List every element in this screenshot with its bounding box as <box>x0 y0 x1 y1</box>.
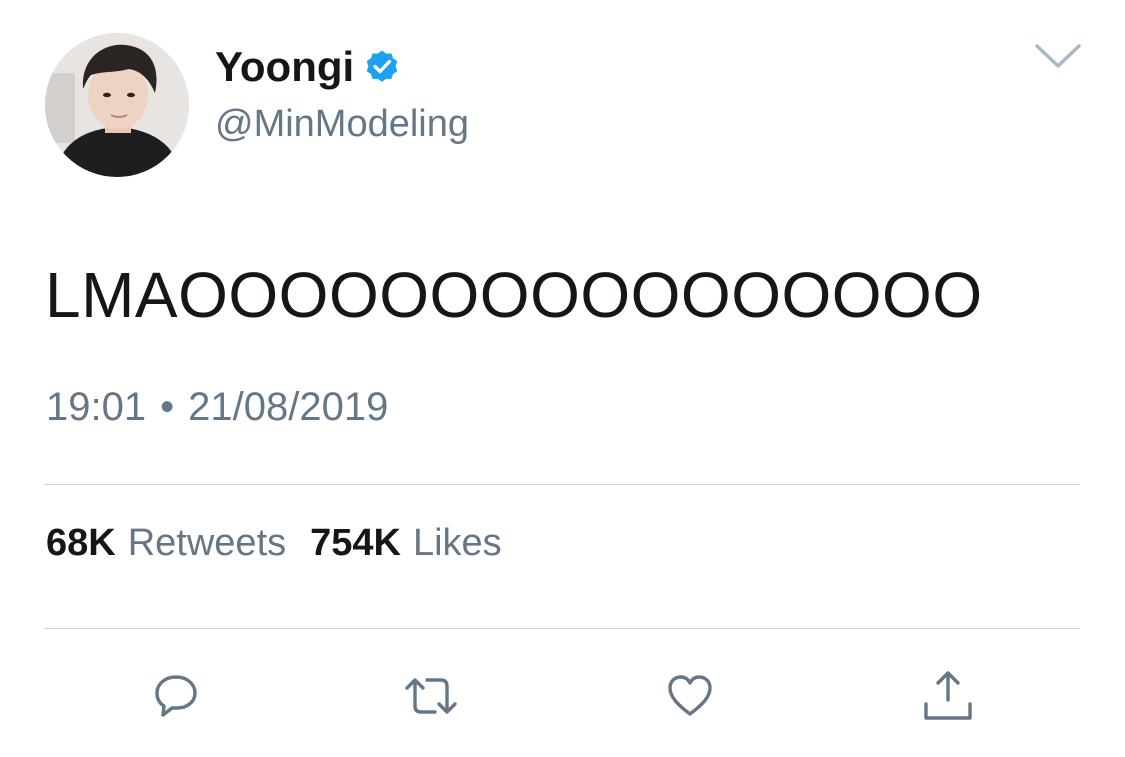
chevron-down-icon[interactable] <box>1033 40 1083 74</box>
avatar[interactable] <box>45 33 189 177</box>
retweet-arrows-icon <box>405 678 457 714</box>
tweet-text: LMAOOOOOOOOOOOOOOOO <box>45 259 983 331</box>
retweets-count: 68K <box>46 522 116 564</box>
likes-stat[interactable]: 754K Likes <box>310 522 502 565</box>
heart-icon <box>668 675 712 716</box>
profile-photo <box>45 33 189 177</box>
user-handle[interactable]: @MinModeling <box>215 103 469 146</box>
divider <box>45 484 1080 485</box>
name-row: Yoongi <box>215 42 400 92</box>
reply-button[interactable] <box>146 668 206 724</box>
speech-bubble-icon <box>155 675 197 717</box>
like-button[interactable] <box>660 668 720 724</box>
timestamp-separator: • <box>160 385 175 429</box>
tweet-time: 19:01 <box>46 385 147 429</box>
engagement-stats: 68K Retweets 754K Likes <box>46 522 502 565</box>
share-upload-icon <box>924 671 972 720</box>
display-name[interactable]: Yoongi <box>215 43 354 91</box>
retweet-button[interactable] <box>401 668 461 724</box>
share-button[interactable] <box>918 668 978 724</box>
tweet-date: 21/08/2019 <box>188 385 389 429</box>
divider <box>45 628 1080 629</box>
likes-count: 754K <box>310 522 401 564</box>
verified-badge-icon <box>364 49 400 85</box>
likes-label: Likes <box>412 522 502 564</box>
tweet-timestamp[interactable]: 19:01 • 21/08/2019 <box>46 385 388 430</box>
tweet-detail: Yoongi @MinModeling LMAOOOOOOOOOOOOOOOO … <box>0 0 1125 757</box>
retweets-stat[interactable]: 68K Retweets <box>46 522 286 565</box>
retweets-label: Retweets <box>127 522 287 564</box>
